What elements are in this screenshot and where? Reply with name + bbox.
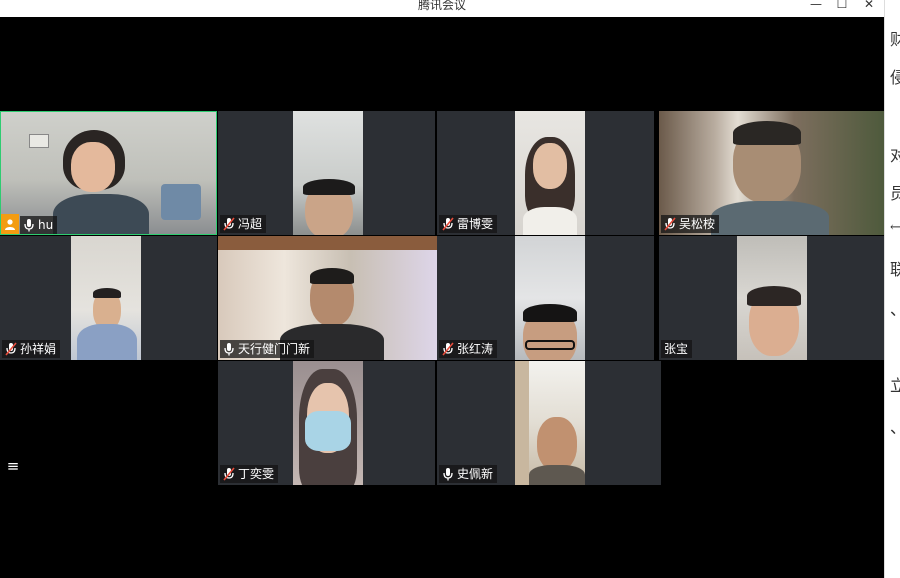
menu-icon[interactable]: ≡ xyxy=(2,455,24,477)
face-mask xyxy=(305,411,351,451)
doc-char: 、 xyxy=(890,296,900,320)
doc-char: ← xyxy=(890,220,900,235)
participant-tile-shipeixin[interactable]: 史佩新 xyxy=(437,361,661,485)
participant-video xyxy=(737,236,807,360)
participant-name-tag: 孙祥娟 xyxy=(2,340,61,358)
participant-tile-sunxiangjuan[interactable]: 孙祥娟 xyxy=(0,236,217,360)
participant-name: 孙祥娟 xyxy=(20,342,57,356)
doc-char: 立 xyxy=(890,372,900,396)
participant-video xyxy=(293,111,363,235)
person-body xyxy=(53,194,149,234)
person-glasses xyxy=(525,340,575,350)
participant-name-tag: hu xyxy=(20,216,58,234)
participant-name-tag: 吴松桉 xyxy=(661,215,720,233)
host-badge xyxy=(1,214,19,234)
participant-name: 雷博雯 xyxy=(457,217,494,231)
participant-tile-hu[interactable]: hu xyxy=(0,111,217,235)
person-icon xyxy=(5,219,15,230)
close-button[interactable]: ✕ xyxy=(857,0,881,13)
participant-name-tag: 张宝 xyxy=(661,340,693,358)
window-frame xyxy=(515,361,529,485)
participant-name: hu xyxy=(38,218,54,232)
participant-name-tag: 冯超 xyxy=(220,215,267,233)
doc-char: 联 xyxy=(890,256,900,280)
participant-name-tag: 雷博雯 xyxy=(439,215,498,233)
participant-name: 冯超 xyxy=(238,217,263,231)
participant-tile-leiboyun[interactable]: 雷博雯 xyxy=(437,111,654,235)
participant-name: 张红涛 xyxy=(457,342,494,356)
participant-tile-wusongan[interactable]: 吴松桉 xyxy=(659,111,884,235)
title-bar: 腾讯会议 — ☐ ✕ xyxy=(0,0,884,17)
participant-name-tag: 张红涛 xyxy=(439,340,498,358)
microphone-muted-icon xyxy=(223,217,235,231)
microphone-muted-icon xyxy=(664,217,676,231)
participant-name: 吴松桉 xyxy=(679,217,716,231)
person-hair xyxy=(303,179,355,195)
microphone-muted-icon xyxy=(223,467,235,481)
person-hair xyxy=(747,286,801,306)
maximize-button[interactable]: ☐ xyxy=(830,0,854,13)
video-gallery: hu 冯超 雷博雯 吴松桉 孙祥娟 天行健门门新 张红涛 张宝 丁奕雯 史佩新 … xyxy=(0,17,884,578)
participant-video xyxy=(515,361,585,485)
participant-video xyxy=(515,236,585,360)
background-document-edge: 财 侵 对 员 ← 联 、 立 、 xyxy=(884,0,900,578)
participant-tile-zhanghongtao[interactable]: 张红涛 xyxy=(437,236,654,360)
background-object xyxy=(161,184,201,220)
participant-name: 天行健门门新 xyxy=(238,342,311,356)
participant-video xyxy=(71,236,141,360)
person-hair xyxy=(523,304,577,322)
person-body xyxy=(711,201,829,235)
microphone-icon xyxy=(442,467,454,481)
doc-char: 员 xyxy=(890,180,900,204)
participant-tile-tianxingjian[interactable]: 天行健门门新 xyxy=(218,236,439,360)
person-face xyxy=(71,142,115,192)
participant-name: 史佩新 xyxy=(457,467,494,481)
participant-tile-dingyiwen[interactable]: 丁奕雯 xyxy=(218,361,435,485)
ceiling-beam xyxy=(218,236,439,250)
participant-name-tag: 丁奕雯 xyxy=(220,465,279,483)
wall-clock xyxy=(29,134,49,148)
person-hair xyxy=(93,288,121,298)
person-hair xyxy=(310,268,354,284)
person-body xyxy=(523,207,577,235)
doc-char: 对 xyxy=(890,142,900,166)
participant-name: 张宝 xyxy=(664,342,689,356)
window-title: 腾讯会议 xyxy=(417,0,466,12)
participant-video xyxy=(293,361,363,485)
doc-char: 、 xyxy=(890,414,900,438)
participant-name-tag: 天行健门门新 xyxy=(220,340,315,358)
minimize-button[interactable]: — xyxy=(804,0,828,13)
person-hair xyxy=(733,121,801,145)
participant-tile-zhangbao[interactable]: 张宝 xyxy=(659,236,884,360)
microphone-icon xyxy=(23,218,35,232)
microphone-icon xyxy=(223,342,235,356)
microphone-muted-icon xyxy=(442,342,454,356)
doc-char: 财 xyxy=(890,26,900,50)
microphone-muted-icon xyxy=(5,342,17,356)
participant-video xyxy=(515,111,585,235)
doc-char: 侵 xyxy=(890,64,900,88)
person-body xyxy=(77,324,137,360)
participant-name: 丁奕雯 xyxy=(238,467,275,481)
participant-tile-fengchao[interactable]: 冯超 xyxy=(218,111,435,235)
microphone-muted-icon xyxy=(442,217,454,231)
person-face xyxy=(533,143,567,189)
person-body xyxy=(529,465,585,485)
person-face xyxy=(537,417,577,471)
participant-name-tag: 史佩新 xyxy=(439,465,498,483)
